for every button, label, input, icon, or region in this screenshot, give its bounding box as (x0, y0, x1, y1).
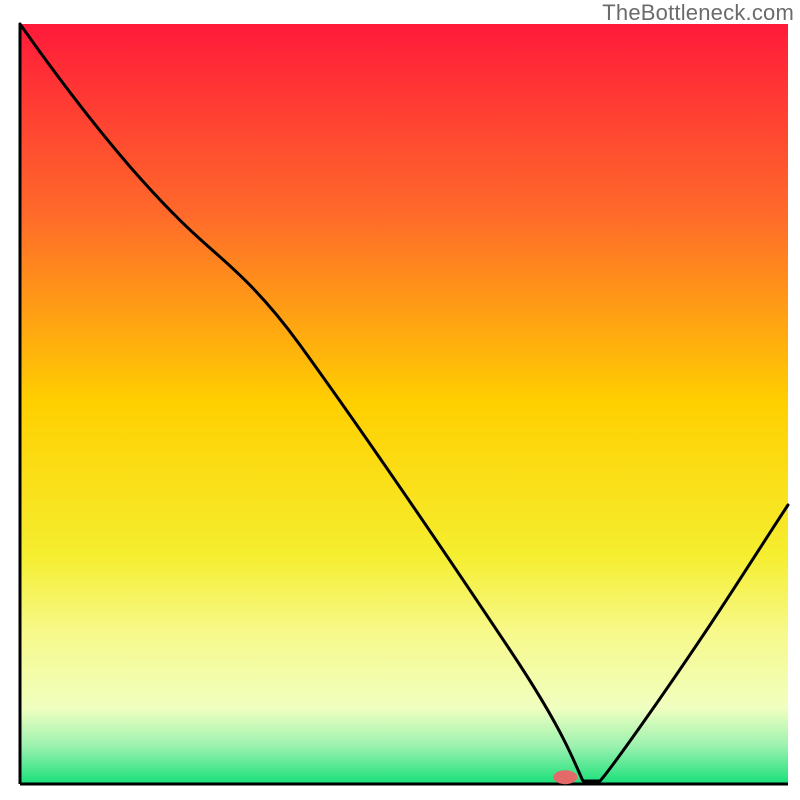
bottleneck-chart (0, 0, 800, 800)
watermark-text: TheBottleneck.com (602, 0, 794, 26)
optimal-point-marker (553, 770, 577, 784)
plot-gradient-area (20, 24, 788, 784)
